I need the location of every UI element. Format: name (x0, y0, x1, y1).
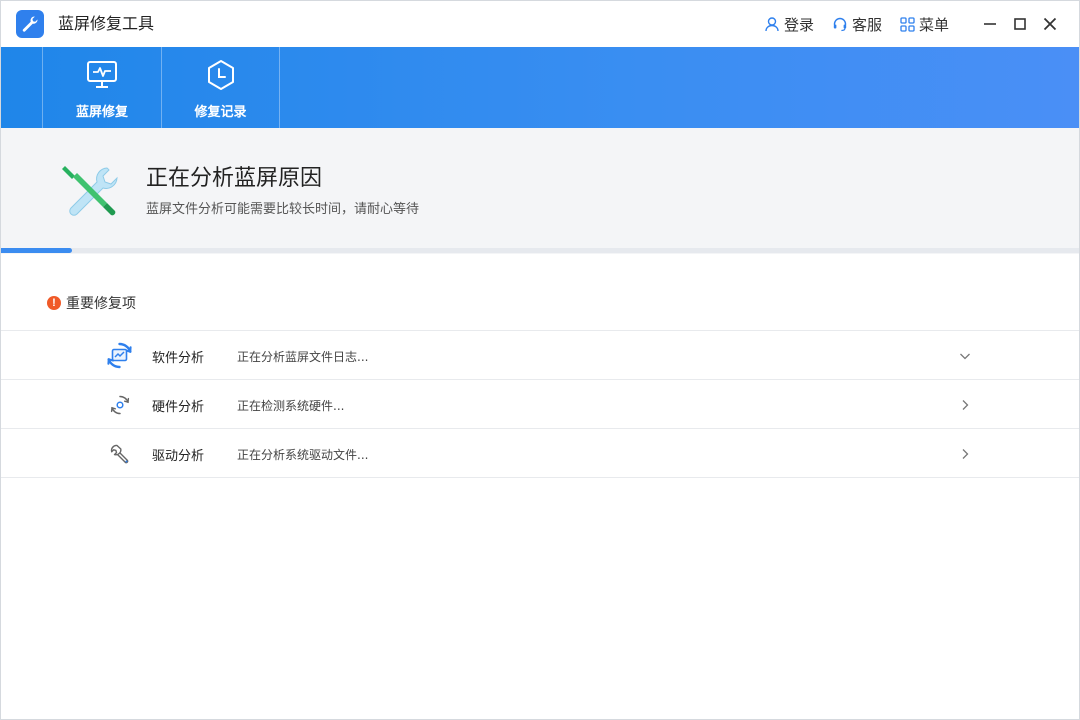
chevron-right-icon[interactable] (957, 446, 973, 462)
login-button[interactable]: 登录 (764, 14, 814, 35)
app-window: 蓝屏修复工具 登录 客服 菜单 蓝屏修复 修复记录 正在分析蓝屏原因 蓝屏文件分… (0, 0, 1080, 720)
repair-row-name: 软件分析 (152, 351, 205, 366)
maximize-button[interactable] (1005, 9, 1035, 39)
nav-label-bluescreen-repair: 蓝屏修复 (75, 105, 128, 120)
minimize-button[interactable] (975, 9, 1005, 39)
repair-row-status: 正在检测系统硬件... (237, 399, 345, 413)
chevron-right-icon[interactable] (957, 397, 973, 413)
repair-row-hardware[interactable]: 硬件分析 正在检测系统硬件... (1, 380, 1079, 429)
minimize-icon (984, 23, 996, 25)
repair-item-list: 软件分析 正在分析蓝屏文件日志... 硬件分析 正在检测系统硬件... 驱动分析… (1, 330, 1079, 478)
chevron-down-icon[interactable] (957, 348, 973, 364)
nav-label-repair-history: 修复记录 (194, 105, 247, 120)
nav-item-repair-history[interactable]: 修复记录 (161, 47, 280, 128)
grid-icon (900, 16, 915, 32)
repair-row-software[interactable]: 软件分析 正在分析蓝屏文件日志... (1, 331, 1079, 380)
repair-row-status: 正在分析系统驱动文件... (237, 448, 369, 462)
warning-icon: ! (47, 296, 61, 310)
menu-button[interactable]: 菜单 (900, 14, 949, 35)
close-button[interactable] (1035, 9, 1065, 39)
customer-service-label: 客服 (851, 15, 882, 34)
main-nav: 蓝屏修复 修复记录 (1, 47, 1079, 128)
analysis-status-panel: 正在分析蓝屏原因 蓝屏文件分析可能需要比较长时间，请耐心等待 (1, 128, 1079, 254)
software-analysis-icon (105, 341, 134, 370)
section-title: 重要修复项 (66, 296, 136, 312)
hardware-analysis-icon (105, 390, 134, 419)
customer-service-button[interactable]: 客服 (832, 14, 882, 35)
title-bar: 蓝屏修复工具 登录 客服 菜单 (1, 1, 1079, 47)
monitor-pulse-icon (87, 61, 117, 88)
headset-icon (833, 17, 847, 32)
app-title: 蓝屏修复工具 (58, 14, 155, 33)
login-label: 登录 (783, 15, 814, 34)
maximize-icon (1014, 18, 1026, 30)
user-icon (765, 17, 779, 32)
nav-item-bluescreen-repair[interactable]: 蓝屏修复 (42, 47, 161, 128)
repair-row-name: 驱动分析 (152, 449, 205, 464)
repair-row-status: 正在分析蓝屏文件日志... (237, 350, 369, 364)
driver-analysis-icon (105, 439, 134, 468)
app-logo-icon (16, 10, 44, 38)
status-subtitle: 蓝屏文件分析可能需要比较长时间，请耐心等待 (146, 202, 420, 217)
repair-row-driver[interactable]: 驱动分析 正在分析系统驱动文件... (1, 429, 1079, 478)
status-title: 正在分析蓝屏原因 (146, 166, 323, 191)
clock-hex-icon (207, 60, 234, 90)
menu-label: 菜单 (918, 15, 949, 34)
analysis-progress-fill (1, 248, 72, 253)
tools-icon (59, 162, 121, 222)
close-icon (1043, 17, 1057, 31)
section-header: ! 重要修复项 (47, 293, 136, 313)
analysis-progress-bar (1, 248, 1079, 253)
repair-row-name: 硬件分析 (152, 400, 205, 415)
